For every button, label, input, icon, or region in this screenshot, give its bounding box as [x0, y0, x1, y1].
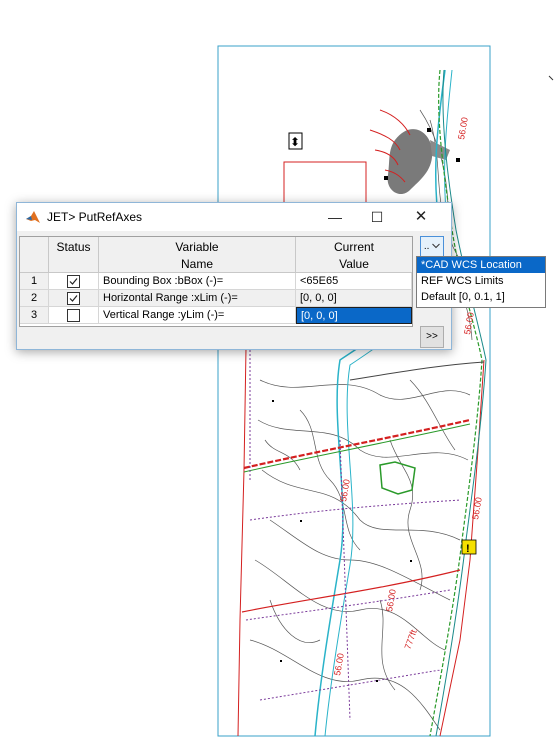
- checkmark-icon: [69, 295, 78, 302]
- dropdown-button-label: ..: [423, 241, 430, 252]
- putrefaxes-dialog: JET> PutRefAxes — ☐ ✕ Status Variable Na…: [16, 202, 452, 350]
- grip-icon: ⬍: [290, 135, 300, 149]
- green-polygon: [379, 461, 416, 495]
- red-label-4: 56.00: [332, 652, 346, 676]
- value-options-menu: *CAD WCS Location REF WCS Limits Default…: [416, 256, 546, 308]
- menu-item-cad-wcs-location[interactable]: *CAD WCS Location: [417, 257, 545, 273]
- menu-item-default[interactable]: Default [0, 0.1, 1]: [417, 289, 545, 305]
- minimize-button[interactable]: —: [315, 203, 355, 231]
- table-row[interactable]: 3 Vertical Range :yLim (-)= [0, 0, 0]: [20, 307, 412, 324]
- status-checkbox[interactable]: [67, 292, 80, 305]
- status-checkbox[interactable]: [67, 275, 80, 288]
- close-button[interactable]: ✕: [401, 203, 441, 231]
- value-dropdown-button[interactable]: ..: [420, 236, 444, 258]
- current-value-cell-selected[interactable]: [0, 0, 0]: [296, 307, 412, 324]
- current-header-line2: Value: [339, 257, 369, 271]
- current-value-cell[interactable]: <65E65: [296, 273, 412, 290]
- status-cell: [49, 290, 99, 307]
- boundary-line-left: [237, 347, 247, 737]
- expand-button[interactable]: >>: [420, 326, 444, 348]
- red-label-2: 56.00: [470, 496, 484, 520]
- variable-name-cell: Horizontal Range :xLim (-)=: [99, 290, 296, 307]
- matlab-logo-icon: [26, 211, 40, 223]
- chevron-down-icon: [432, 244, 441, 249]
- red-cross-line-1: [243, 418, 471, 470]
- status-cell: [49, 307, 99, 324]
- current-value-cell[interactable]: [0, 0, 0]: [296, 290, 412, 307]
- variable-name-column-header[interactable]: Variable Name: [99, 237, 296, 273]
- current-header-line1: Current: [333, 240, 374, 254]
- river-line-2: [324, 69, 453, 737]
- status-header-label: Status: [56, 240, 91, 254]
- green-cross-line: [243, 423, 471, 473]
- built-area: [387, 129, 433, 195]
- red-label-3: 56.00: [456, 116, 470, 140]
- table-row[interactable]: 2 Horizontal Range :xLim (-)= [0, 0, 0]: [20, 290, 412, 307]
- red-label-5: 56.00: [462, 311, 476, 335]
- warning-icon: !: [466, 543, 470, 555]
- built-area-2: [430, 140, 450, 160]
- variable-header-line1: Variable: [175, 240, 219, 254]
- red-box: [283, 161, 367, 205]
- window-title: JET> PutRefAxes: [47, 210, 143, 224]
- red-label-1: 56.00: [338, 478, 352, 502]
- row-number: 2: [20, 290, 49, 307]
- row-number-header: [20, 237, 49, 273]
- status-column-header[interactable]: Status: [49, 237, 99, 273]
- table-row[interactable]: 1 Bounding Box :bBox (-)= <65E65: [20, 273, 412, 290]
- status-checkbox[interactable]: [67, 309, 80, 322]
- corner-tick: [548, 75, 554, 81]
- variable-header-line2: Name: [180, 257, 213, 271]
- row-number: 3: [20, 307, 49, 324]
- maximize-button[interactable]: ☐: [357, 203, 397, 231]
- status-cell: [49, 273, 99, 290]
- variable-name-cell: Vertical Range :yLim (-)=: [99, 307, 296, 324]
- menu-item-ref-wcs-limits[interactable]: REF WCS Limits: [417, 273, 545, 289]
- grey-cross-line: [349, 361, 485, 381]
- parameters-table: Status Variable Name Current Value 1 Bou…: [19, 236, 413, 327]
- current-value-column-header[interactable]: Current Value: [296, 237, 412, 273]
- variable-name-cell: Bounding Box :bBox (-)=: [99, 273, 296, 290]
- cad-drawing-canvas[interactable]: ⬍ 56.00 56.00 56.00 56.00 56.00 56.00 77…: [0, 0, 554, 748]
- red-label-6: 56.00: [384, 588, 398, 612]
- row-number: 1: [20, 273, 49, 290]
- red-label-7: 777ft.: [402, 626, 419, 651]
- red-cross-line-2: [241, 569, 461, 613]
- checkmark-icon: [69, 278, 78, 285]
- title-bar[interactable]: JET> PutRefAxes — ☐ ✕: [17, 203, 451, 231]
